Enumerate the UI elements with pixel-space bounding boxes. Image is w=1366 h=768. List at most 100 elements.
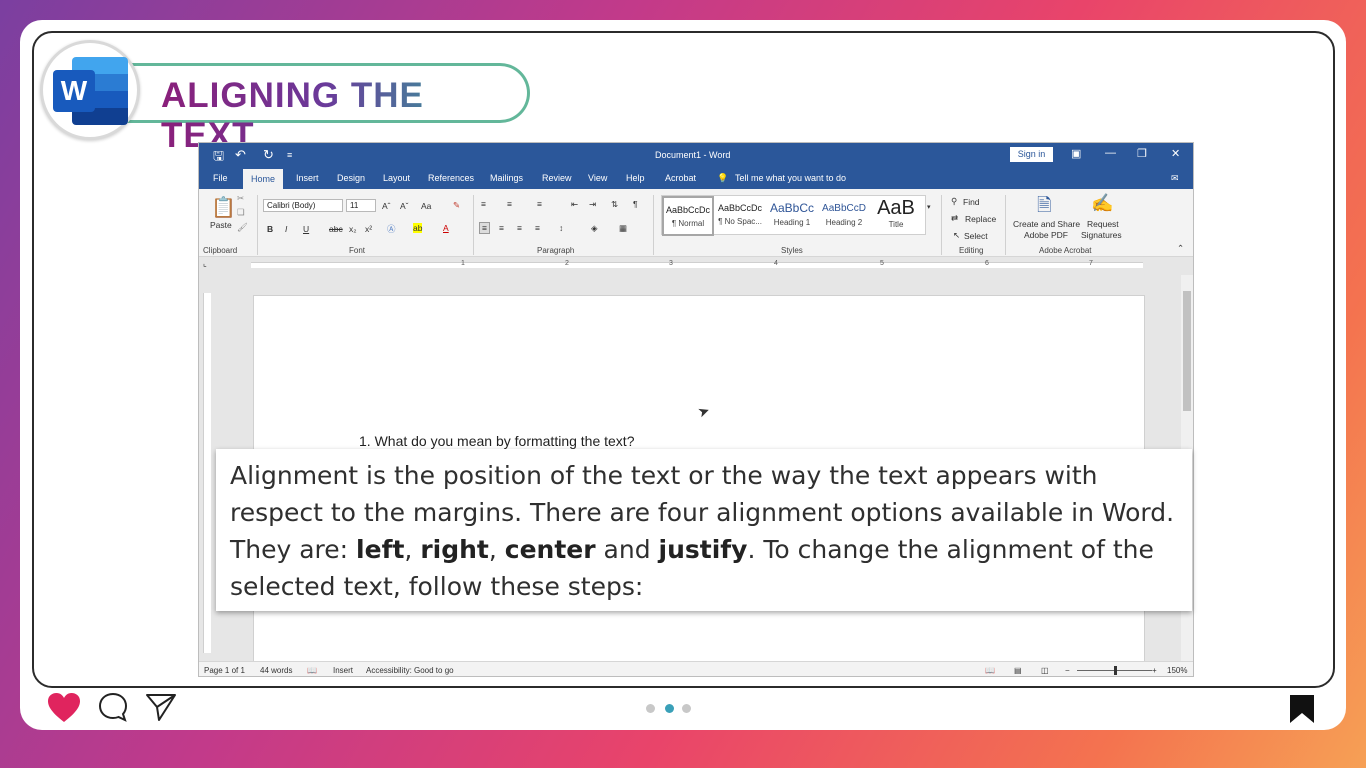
tab-acrobat[interactable]: Acrobat	[665, 173, 696, 183]
tab-design[interactable]: Design	[337, 173, 365, 183]
heart-icon[interactable]	[47, 692, 81, 724]
select-button[interactable]: Select	[964, 231, 988, 241]
line-spacing-icon[interactable]: ↕	[559, 223, 563, 233]
style-heading-2[interactable]: AaBbCcD Heading 2	[818, 196, 870, 236]
styles-more-icon[interactable]: ▾	[927, 203, 931, 211]
sign-in-button[interactable]: Sign in	[1010, 147, 1053, 162]
paste-button[interactable]: Paste	[210, 220, 232, 230]
tab-review[interactable]: Review	[542, 173, 572, 183]
page-dot[interactable]	[682, 704, 691, 713]
tab-view[interactable]: View	[588, 173, 607, 183]
font-name-dropdown[interactable]: Calibri (Body)	[263, 199, 343, 212]
show-marks-icon[interactable]: ¶	[633, 199, 638, 209]
style-normal[interactable]: AaBbCcDc ¶ Normal	[662, 196, 714, 236]
acrobat-group-label: Adobe Acrobat	[1039, 246, 1092, 255]
zoom-slider-knob[interactable]	[1114, 666, 1117, 675]
tab-selector-icon[interactable]: ⌞	[203, 259, 207, 268]
print-layout-icon[interactable]: ▤	[1014, 666, 1022, 675]
scrollbar-thumb[interactable]	[1183, 291, 1191, 411]
tell-me-search[interactable]: Tell me what you want to do	[735, 173, 846, 183]
paste-icon[interactable]: 📋	[211, 195, 236, 220]
document-question[interactable]: 1. What do you mean by formatting the te…	[359, 433, 634, 449]
clear-formatting-icon[interactable]: ✎	[453, 200, 460, 211]
page-count[interactable]: Page 1 of 1	[204, 666, 245, 675]
underline-button[interactable]: U	[303, 224, 309, 234]
format-painter-icon[interactable]: 🖌	[237, 222, 248, 233]
font-size-dropdown[interactable]: 11	[346, 199, 376, 212]
tab-insert[interactable]: Insert	[296, 173, 319, 183]
font-group-label: Font	[349, 246, 366, 255]
page-dot-active[interactable]	[665, 704, 674, 713]
text-effects-icon[interactable]: Ⓐ	[387, 223, 396, 235]
ribbon-display-icon[interactable]: ▣	[1071, 147, 1081, 160]
bullets-icon[interactable]: ≡	[481, 199, 486, 209]
font-color-icon[interactable]: A	[443, 223, 449, 233]
minimize-icon[interactable]: —	[1105, 147, 1116, 159]
style-name: Heading 1	[773, 218, 811, 227]
borders-icon[interactable]: ▦	[619, 223, 627, 234]
zoom-level[interactable]: 150%	[1167, 666, 1187, 675]
close-icon[interactable]: ✕	[1171, 147, 1180, 160]
save-icon[interactable]: 🖫	[213, 147, 224, 169]
style-no-spacing[interactable]: AaBbCcDc ¶ No Spac...	[714, 196, 766, 236]
tab-file[interactable]: File	[213, 173, 228, 183]
accessibility-status[interactable]: Accessibility: Good to go	[366, 666, 454, 675]
grow-font-icon[interactable]: Aˆ	[382, 201, 391, 211]
replace-button[interactable]: Replace	[965, 214, 996, 224]
undo-icon[interactable]: ↶	[235, 147, 246, 163]
shrink-font-icon[interactable]: Aˇ	[400, 201, 409, 211]
zoom-in-icon[interactable]: +	[1152, 666, 1157, 675]
tab-mailings[interactable]: Mailings	[490, 173, 523, 183]
superscript-button[interactable]: x²	[365, 224, 372, 234]
strikethrough-button[interactable]: abc	[329, 224, 343, 234]
share-icon[interactable]	[145, 692, 177, 722]
align-right-button[interactable]: ≡	[517, 223, 522, 233]
style-heading-1[interactable]: AaBbCc Heading 1	[766, 196, 818, 236]
cut-icon[interactable]: ✂	[237, 193, 244, 204]
comments-icon[interactable]: ✉	[1171, 173, 1179, 184]
tab-home[interactable]: Home	[243, 169, 284, 189]
highlight-icon[interactable]: ab	[413, 223, 423, 233]
justify-button[interactable]: ≡	[535, 223, 540, 233]
paragraph-group-label: Paragraph	[537, 246, 575, 255]
tab-help[interactable]: Help	[626, 173, 645, 183]
zoom-out-icon[interactable]: −	[1065, 666, 1070, 675]
request-signatures-button[interactable]: Request	[1087, 219, 1119, 229]
insert-mode[interactable]: Insert	[333, 666, 353, 675]
collapse-ribbon-icon[interactable]: ⌃	[1177, 243, 1184, 254]
change-case-button[interactable]: Aa	[421, 201, 431, 211]
tab-references[interactable]: References	[428, 173, 474, 183]
decrease-indent-icon[interactable]: ⇤	[571, 199, 578, 210]
sort-icon[interactable]: ⇅	[611, 199, 618, 210]
subscript-button[interactable]: x₂	[349, 224, 357, 234]
proofing-icon[interactable]: 📖	[307, 666, 317, 675]
read-mode-icon[interactable]: 📖	[985, 666, 995, 675]
bookmark-icon[interactable]	[1288, 694, 1316, 724]
shading-icon[interactable]: ◈	[591, 223, 598, 234]
page-dot[interactable]	[646, 704, 655, 713]
increase-indent-icon[interactable]: ⇥	[589, 199, 596, 210]
align-left-button[interactable]: ≡	[479, 222, 490, 234]
request-signatures-button-line2[interactable]: Signatures	[1081, 230, 1122, 240]
web-layout-icon[interactable]: ◫	[1041, 666, 1049, 675]
copy-icon[interactable]: ❏	[237, 207, 245, 218]
caption-and: and	[595, 535, 659, 564]
style-title[interactable]: AaB Title	[870, 196, 922, 236]
italic-button[interactable]: I	[285, 224, 287, 234]
align-center-button[interactable]: ≡	[499, 223, 504, 233]
bold-button[interactable]: B	[267, 224, 273, 234]
editing-group-label: Editing	[959, 246, 984, 255]
find-button[interactable]: Find	[963, 197, 980, 207]
redo-icon[interactable]: ↻	[263, 147, 274, 163]
numbering-icon[interactable]: ≡	[507, 199, 512, 209]
word-count[interactable]: 44 words	[260, 666, 292, 675]
multilevel-list-icon[interactable]: ≡	[537, 199, 542, 209]
create-share-pdf-button[interactable]: Create and Share	[1013, 219, 1080, 229]
customize-qat-icon[interactable]: ≡	[287, 150, 292, 160]
comment-icon[interactable]	[98, 692, 128, 722]
create-share-pdf-button-line2[interactable]: Adobe PDF	[1024, 230, 1068, 240]
restore-icon[interactable]: ❐	[1137, 147, 1147, 160]
tab-layout[interactable]: Layout	[383, 173, 410, 183]
style-sample: AaBbCc	[769, 201, 815, 215]
status-bar: Page 1 of 1 44 words 📖 Insert Accessibil…	[199, 661, 1193, 676]
